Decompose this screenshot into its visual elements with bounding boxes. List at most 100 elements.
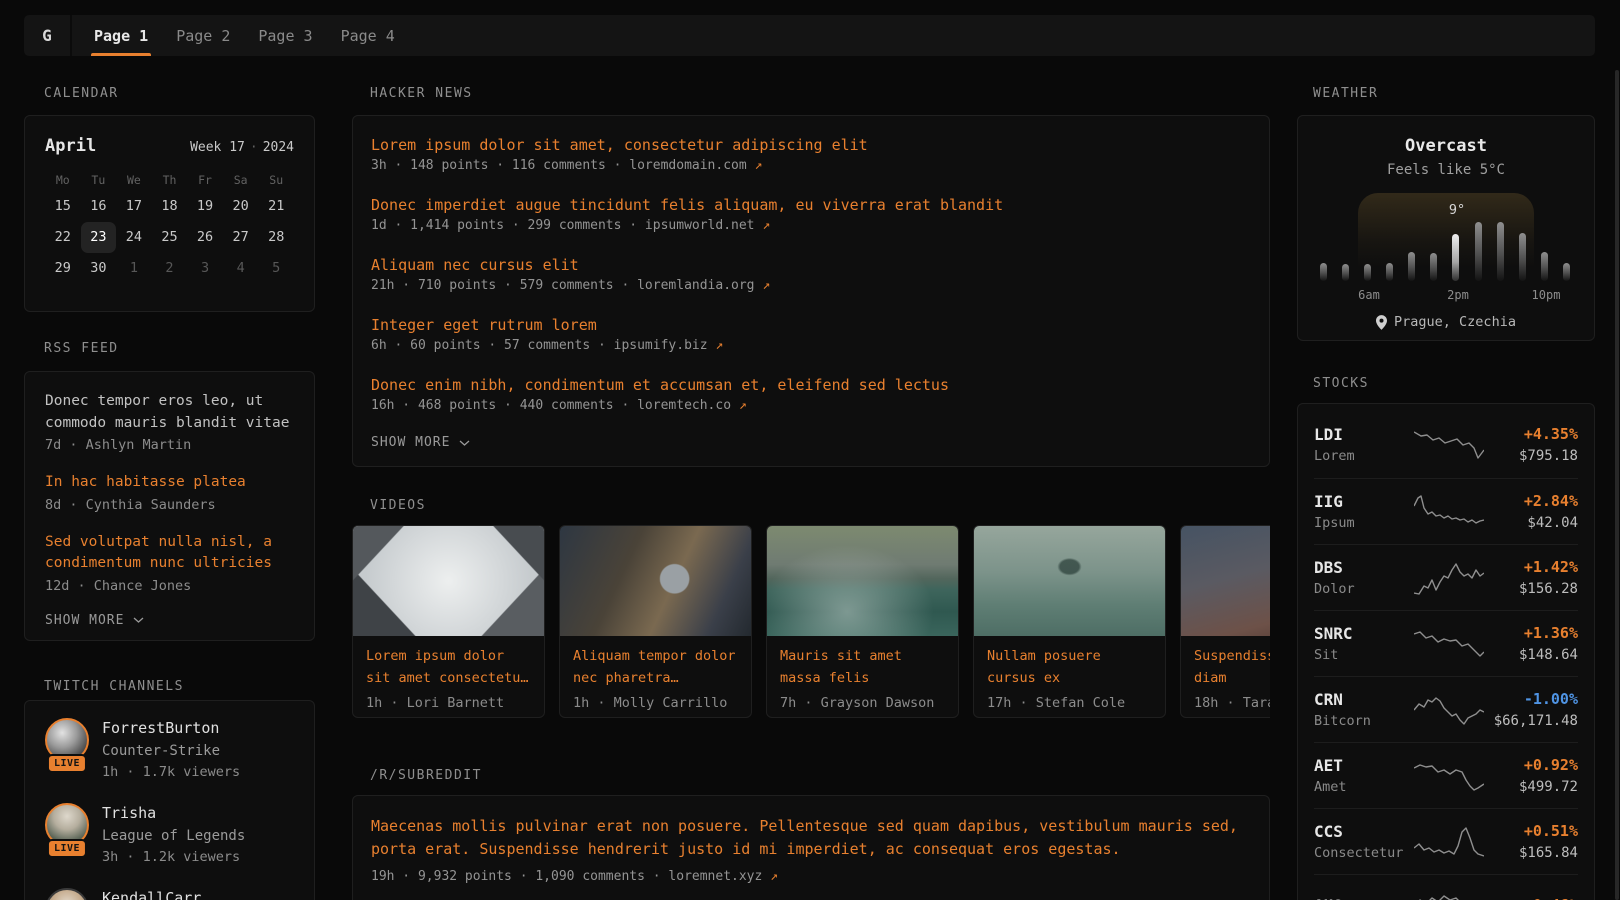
stock-row-ldi[interactable]: LDI Lorem +4.35% $795.18 — [1314, 412, 1578, 478]
weather-condition: Overcast — [1298, 136, 1594, 156]
hackernews-item: Donec imperdiet augue tincidunt felis al… — [371, 195, 1251, 236]
meta-text: 6h · 60 points · 57 comments · ipsumify.… — [371, 338, 708, 353]
reddit-post: Maecenas mollis pulvinar erat non posuer… — [371, 815, 1251, 887]
stock-values: +0.92% $499.72 — [1484, 756, 1578, 796]
rss-item-title[interactable]: Sed volutpat nulla nisl, a condimentum n… — [45, 532, 294, 575]
channel-info: ForrestBurton Counter-Strike 1h · 1.7k v… — [102, 718, 240, 781]
avatar — [45, 888, 89, 900]
hackernews-item-meta: 3h · 148 points · 116 comments · loremdo… — [371, 156, 1251, 176]
stock-values: +0.46% — [1484, 896, 1578, 900]
rss-item: Sed volutpat nulla nisl, a condimentum n… — [45, 532, 294, 596]
stock-name: Consectetur — [1314, 845, 1414, 862]
video-card[interactable]: Nullam posuere cursus ex 17h · Stefan Co… — [973, 525, 1166, 718]
external-link-icon: ↗ — [770, 869, 778, 884]
time-label: 2pm — [1436, 288, 1480, 302]
stock-row-snrc[interactable]: SNRC Sit +1.36% $148.64 — [1314, 610, 1578, 676]
stock-name: Lorem — [1314, 448, 1414, 465]
avatar-wrap — [45, 888, 89, 900]
video-title: Mauris sit amet massa felis — [767, 636, 958, 689]
stock-row-ahs[interactable]: AHS +0.46% — [1314, 874, 1578, 900]
stock-symbol: SNRC — [1314, 624, 1414, 643]
channel-meta: 3h · 1.2k viewers — [102, 848, 245, 866]
hackernews-item-meta: 16h · 468 points · 440 comments · loremt… — [371, 396, 1251, 416]
weather-bar — [1386, 263, 1393, 281]
calendar-day: 21 — [258, 191, 294, 222]
rss-item-title[interactable]: In hac habitasse platea — [45, 472, 294, 494]
stock-row-crn[interactable]: CRN Bitcorn -1.00% $66,171.48 — [1314, 676, 1578, 742]
stock-symbol: IIG — [1314, 492, 1414, 511]
live-badge: LIVE — [47, 754, 87, 773]
separator-dot: · — [250, 140, 258, 155]
video-card[interactable]: Lorem ipsum dolor sit amet consectetu… 1… — [352, 525, 545, 718]
weather-bar — [1475, 222, 1482, 281]
stock-values: +2.84% $42.04 — [1484, 492, 1578, 532]
hackernews-item-title[interactable]: Donec enim nibh, condimentum et accumsan… — [371, 375, 1251, 396]
stock-id: DBS Dolor — [1314, 558, 1414, 598]
calendar-day: 15 — [45, 191, 81, 222]
stock-change: +0.46% — [1484, 896, 1578, 900]
stock-values: +1.36% $148.64 — [1484, 624, 1578, 664]
weather-location-row: Prague, Czechia — [1298, 314, 1594, 330]
rss-section-title: RSS FEED — [44, 341, 119, 356]
twitch-channel-trisha[interactable]: LIVE Trisha League of Legends 3h · 1.2k … — [45, 803, 294, 866]
calendar-day: 5 — [258, 253, 294, 284]
twitch-channel-kendallcarr[interactable]: KendallCarr — [45, 888, 294, 900]
stock-sparkline — [1414, 824, 1484, 860]
page-scrollbar[interactable] — [1615, 70, 1619, 900]
stock-change: +2.84% — [1484, 492, 1578, 511]
calendar-day: 16 — [81, 191, 117, 222]
stock-symbol: CCS — [1314, 822, 1414, 841]
calendar-day: 18 — [152, 191, 188, 222]
twitch-channel-forrestburton[interactable]: LIVE ForrestBurton Counter-Strike 1h · 1… — [45, 718, 294, 781]
video-meta: 17h · Stefan Cole — [974, 689, 1165, 711]
weather-bar — [1320, 263, 1327, 281]
stock-row-ccs[interactable]: CCS Consectetur +0.51% $165.84 — [1314, 808, 1578, 874]
stock-change: +0.92% — [1484, 756, 1578, 775]
rss-show-more-button[interactable]: SHOW MORE — [45, 613, 294, 628]
stock-sparkline — [1414, 494, 1484, 530]
weekday-label: Th — [152, 173, 188, 187]
stock-sparkline — [1414, 626, 1484, 662]
video-thumbnail — [767, 526, 958, 636]
weather-location: Prague, Czechia — [1394, 314, 1516, 330]
video-card[interactable]: Aliquam tempor dolor nec pharetra… 1h · … — [559, 525, 752, 718]
stock-row-aet[interactable]: AET Amet +0.92% $499.72 — [1314, 742, 1578, 808]
weekday-label: Su — [258, 173, 294, 187]
hackernews-item-title[interactable]: Lorem ipsum dolor sit amet, consectetur … — [371, 135, 1251, 156]
rss-item: Donec tempor eros leo, ut commodo mauris… — [45, 391, 294, 455]
calendar-day: 30 — [81, 253, 117, 284]
stock-row-iig[interactable]: IIG Ipsum +2.84% $42.04 — [1314, 478, 1578, 544]
reddit-post-title[interactable]: Maecenas mollis pulvinar erat non posuer… — [371, 815, 1251, 861]
time-label: 6am — [1347, 288, 1391, 302]
meta-text: 1d · 1,414 points · 299 comments · ipsum… — [371, 218, 755, 233]
stock-id: CRN Bitcorn — [1314, 690, 1414, 730]
stock-row-dbs[interactable]: DBS Dolor +1.42% $156.28 — [1314, 544, 1578, 610]
channel-info: KendallCarr — [102, 888, 201, 900]
calendar-day: 17 — [116, 191, 152, 222]
avatar-wrap: LIVE — [45, 803, 89, 861]
stock-price: $795.18 — [1484, 448, 1578, 465]
video-card[interactable]: Suspendisse molestie diam 18h · Tara — [1180, 525, 1270, 718]
video-thumbnail — [974, 526, 1165, 636]
weekday-label: Tu — [81, 173, 117, 187]
stock-sparkline — [1414, 692, 1484, 728]
hackernews-item-title[interactable]: Integer eget rutrum lorem — [371, 315, 1251, 336]
rss-item-meta: 8d · Cynthia Saunders — [45, 495, 294, 515]
subreddit-section-title: /R/SUBREDDIT — [370, 768, 482, 783]
stock-name: Ipsum — [1314, 515, 1414, 532]
video-meta: 1h · Lori Barnett — [353, 689, 544, 711]
calendar-year: 2024 — [263, 140, 294, 155]
video-card[interactable]: Mauris sit amet massa felis 7h · Grayson… — [766, 525, 959, 718]
hackernews-item-title[interactable]: Donec imperdiet augue tincidunt felis al… — [371, 195, 1251, 216]
stock-symbol: DBS — [1314, 558, 1414, 577]
videos-section-title: VIDEOS — [370, 498, 426, 513]
hackernews-item-title[interactable]: Aliquam nec cursus elit — [371, 255, 1251, 276]
stock-sparkline — [1414, 427, 1484, 463]
stock-price: $499.72 — [1484, 779, 1578, 796]
channel-name: Trisha — [102, 803, 245, 823]
hackernews-show-more-button[interactable]: SHOW MORE — [371, 435, 1251, 450]
avatar-wrap: LIVE — [45, 718, 89, 776]
weather-bar — [1364, 264, 1371, 281]
rss-item-title[interactable]: Donec tempor eros leo, ut commodo mauris… — [45, 391, 294, 434]
weather-bar — [1497, 222, 1504, 281]
